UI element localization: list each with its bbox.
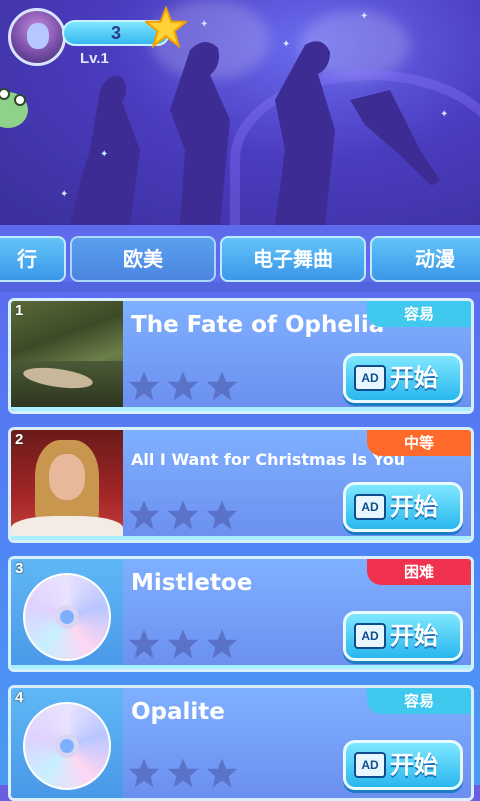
star-icon — [145, 6, 187, 48]
sparkle-icon: ✦ — [440, 109, 449, 120]
song-card[interactable]: 1 The Fate of Ophelia 容易 AD 开始 — [8, 298, 474, 414]
tab-partial[interactable]: 行 — [0, 236, 66, 282]
star-empty-icon — [128, 500, 160, 530]
start-button[interactable]: AD 开始 — [343, 611, 463, 661]
star-rating — [127, 498, 239, 532]
avatar-face — [27, 23, 49, 49]
ad-video-icon: AD — [354, 365, 386, 391]
rank-number: 4 — [15, 689, 24, 706]
header-banner: ✦ ✦ ✦ ✦ ✦ ✦ 3 Lv.1 — [0, 0, 480, 225]
song-card[interactable]: 3 Mistletoe 困难 AD 开始 — [8, 556, 474, 672]
sparkle-icon: ✦ — [200, 19, 209, 30]
star-empty-icon — [206, 371, 238, 401]
star-empty-icon — [167, 371, 199, 401]
tab-edm[interactable]: 电子舞曲 — [220, 236, 366, 282]
sparkle-icon: ✦ — [60, 189, 69, 200]
rank-number: 1 — [15, 302, 24, 319]
frog-eye — [14, 94, 26, 106]
start-label: 开始 — [390, 622, 438, 650]
player-avatar[interactable] — [8, 8, 66, 66]
ad-video-icon: AD — [354, 752, 386, 778]
start-label: 开始 — [390, 364, 438, 392]
rank-number: 3 — [15, 560, 24, 577]
start-button[interactable]: AD 开始 — [343, 740, 463, 790]
difficulty-badge: 中等 — [367, 430, 471, 456]
cd-hole — [55, 605, 79, 629]
sparkle-icon: ✦ — [282, 39, 291, 50]
song-card[interactable]: 2 All I Want for Christmas Is You 中等 AD … — [8, 427, 474, 543]
start-button[interactable]: AD 开始 — [343, 482, 463, 532]
album-cover — [11, 559, 123, 669]
start-button[interactable]: AD 开始 — [343, 353, 463, 403]
star-rating — [127, 627, 239, 661]
song-title: All I Want for Christmas Is You — [131, 450, 406, 469]
album-cover — [11, 301, 123, 411]
star-empty-icon — [128, 371, 160, 401]
start-label: 开始 — [390, 493, 438, 521]
ad-video-icon: AD — [354, 494, 386, 520]
frog-eye — [0, 88, 10, 100]
star-rating — [127, 369, 239, 403]
song-title: Opalite — [131, 699, 225, 725]
difficulty-badge: 容易 — [367, 688, 471, 714]
card-glow — [11, 665, 471, 669]
star-empty-icon — [128, 629, 160, 659]
frog-mascot-icon — [0, 88, 28, 128]
star-empty-icon — [167, 629, 199, 659]
tab-divider — [0, 282, 480, 292]
cd-disc-icon — [23, 573, 111, 661]
cd-hole — [55, 734, 79, 758]
card-glow — [11, 536, 471, 540]
difficulty-badge: 困难 — [367, 559, 471, 585]
star-empty-icon — [206, 629, 238, 659]
album-cover — [11, 688, 123, 798]
song-card[interactable]: 4 Opalite 容易 AD 开始 — [8, 685, 474, 801]
rank-number: 2 — [15, 431, 24, 448]
song-title: Mistletoe — [131, 570, 253, 596]
tab-western[interactable]: 欧美 — [70, 236, 216, 282]
tab-anime[interactable]: 动漫 — [370, 236, 480, 282]
star-empty-icon — [167, 500, 199, 530]
album-cover — [11, 430, 123, 540]
category-tabs: 行 欧美 电子舞曲 动漫 — [0, 236, 480, 282]
cd-disc-icon — [23, 702, 111, 790]
player-level: Lv.1 — [80, 50, 109, 67]
difficulty-badge: 容易 — [367, 301, 471, 327]
card-glow — [11, 407, 471, 411]
sparkle-icon: ✦ — [360, 11, 369, 22]
start-label: 开始 — [390, 751, 438, 779]
ad-video-icon: AD — [354, 623, 386, 649]
song-title: The Fate of Ophelia — [131, 312, 385, 338]
cover-face — [49, 454, 85, 500]
star-empty-icon — [206, 500, 238, 530]
performer-silhouettes — [70, 41, 440, 225]
sparkle-icon: ✦ — [100, 149, 109, 160]
